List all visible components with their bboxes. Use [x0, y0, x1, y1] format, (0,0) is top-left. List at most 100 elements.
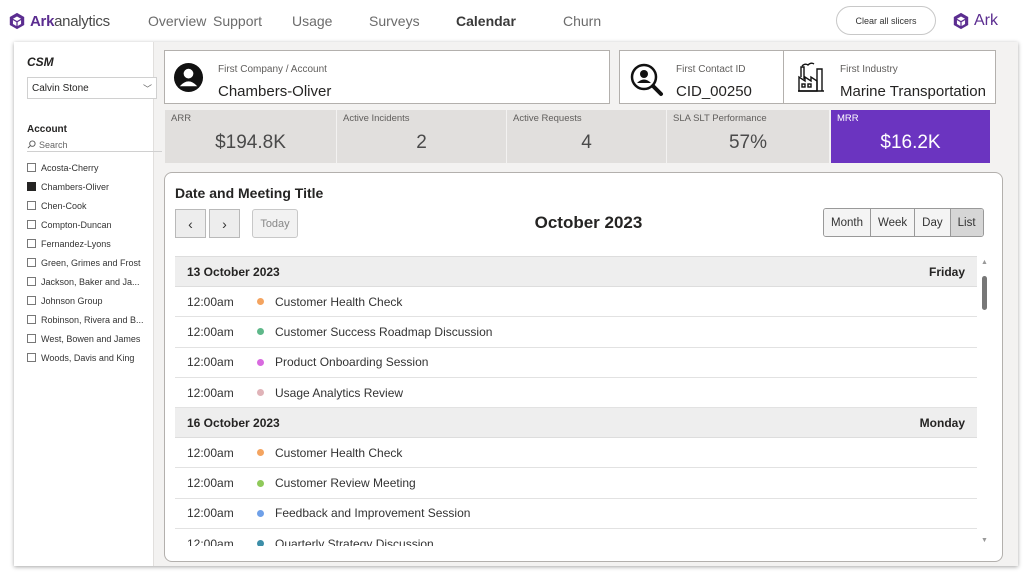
top-nav-bar: Arkanalytics Overview Support Usage Surveys…	[0, 0, 1024, 42]
contact-search-icon	[630, 63, 663, 96]
checkbox[interactable]	[27, 258, 36, 267]
industry-card-label: First Industry	[840, 64, 898, 75]
kpi-label: ARR	[171, 113, 192, 124]
event-list-scrollbar[interactable]: ▲ ▼	[979, 256, 991, 546]
slicer-panel: CSM Calvin Stone ﹀ Account Search Acosta…	[14, 42, 162, 566]
account-list-item[interactable]: Fernandez-Lyons	[27, 234, 167, 253]
scroll-up-icon[interactable]: ▲	[981, 259, 988, 266]
checkbox[interactable]	[27, 315, 36, 324]
kpi-label: SLA SLT Performance	[673, 113, 767, 124]
industry-card-value: Marine Transportation	[840, 83, 986, 100]
account-list-item[interactable]: West, Bowen and James	[27, 329, 167, 348]
clear-all-slicers-button[interactable]: Clear all slicers	[836, 6, 936, 35]
account-search-input[interactable]: Search	[27, 138, 162, 152]
event-time: 12:00am	[187, 445, 234, 460]
scroll-down-icon[interactable]: ▼	[981, 537, 988, 544]
checkbox[interactable]	[27, 239, 36, 248]
account-list-item[interactable]: Chambers-Oliver	[27, 177, 167, 196]
csm-dropdown-value: Calvin Stone	[32, 82, 89, 94]
kpi-value: $194.8K	[215, 132, 286, 153]
company-card-value: Chambers-Oliver	[218, 83, 332, 100]
event-row[interactable]: 12:00am Usage Analytics Review	[175, 378, 977, 409]
person-icon	[173, 62, 204, 93]
day-date: 13 October 2023	[187, 264, 280, 279]
account-name: Johnson Group	[41, 295, 103, 306]
event-time: 12:00am	[187, 476, 234, 491]
csm-dropdown[interactable]: Calvin Stone ﹀	[27, 77, 157, 99]
event-time: 12:00am	[187, 385, 234, 400]
calendar-visual: Date and Meeting Title ‹ › Today October…	[164, 172, 1003, 562]
checkbox[interactable]	[27, 353, 36, 362]
event-time: 12:00am	[187, 355, 234, 370]
view-list-button[interactable]: List	[950, 209, 983, 236]
view-week-button[interactable]: Week	[870, 209, 916, 236]
event-title: Customer Health Check	[275, 294, 403, 309]
event-row[interactable]: 12:00am Feedback and Improvement Session	[175, 499, 977, 530]
kpi-label: MRR	[837, 113, 859, 124]
event-time: 12:00am	[187, 324, 234, 339]
event-row[interactable]: 12:00am Customer Success Roadmap Discussi…	[175, 317, 977, 348]
brand-name: Arkanalytics	[30, 12, 110, 30]
account-list-item[interactable]: Chen-Cook	[27, 196, 167, 215]
event-color-dot	[257, 479, 264, 487]
account-list-item[interactable]: Jackson, Baker and Ja...	[27, 272, 167, 291]
checkbox[interactable]	[27, 277, 36, 286]
ark-logo-right: Ark	[952, 12, 998, 30]
account-name: Woods, Davis and King	[41, 352, 135, 363]
event-color-dot	[257, 328, 264, 336]
scroll-thumb[interactable]	[982, 276, 987, 310]
account-slicer-title: Account	[27, 124, 67, 135]
kpi-label: Active Requests	[513, 113, 582, 124]
event-color-dot	[257, 509, 264, 517]
event-title: Feedback and Improvement Session	[275, 506, 471, 521]
event-color-dot	[257, 298, 264, 306]
event-list: 13 October 2023 Friday 12:00am Customer Hea…	[175, 256, 977, 546]
kpi-active-requests: Active Requests 4	[507, 110, 667, 163]
tab-churn[interactable]: Churn	[563, 13, 601, 29]
kpi-active-incidents: Active Incidents 2	[337, 110, 507, 163]
event-time: 12:00am	[187, 536, 234, 546]
company-card: First Company / Account Chambers-Oliver	[164, 50, 610, 104]
view-month-button[interactable]: Month	[824, 209, 871, 236]
event-title: Customer Health Check	[275, 445, 403, 460]
account-list-item[interactable]: Green, Grimes and Frost	[27, 253, 167, 272]
ark-cube-icon	[9, 12, 25, 30]
tab-usage[interactable]: Usage	[292, 13, 332, 29]
ark-cube-icon	[953, 12, 969, 30]
contact-card-label: First Contact ID	[676, 64, 746, 75]
event-title: Quarterly Strategy Discussion	[275, 536, 434, 546]
contact-card: First Contact ID CID_00250	[619, 50, 784, 104]
tab-surveys[interactable]: Surveys	[369, 13, 420, 29]
checkbox[interactable]	[27, 201, 36, 210]
checkbox[interactable]	[27, 296, 36, 305]
event-row[interactable]: 12:00am Quarterly Strategy Discussion	[175, 529, 977, 546]
event-row[interactable]: 12:00am Customer Health Check	[175, 287, 977, 318]
tab-support[interactable]: Support	[213, 13, 262, 29]
view-day-button[interactable]: Day	[915, 209, 951, 236]
event-color-dot	[257, 449, 264, 457]
account-name: Jackson, Baker and Ja...	[41, 276, 140, 287]
kpi-value: 4	[581, 132, 592, 153]
view-switcher: Month Week Day List	[823, 208, 984, 237]
checkbox[interactable]	[27, 182, 36, 191]
account-list-item[interactable]: Acosta-Cherry	[27, 158, 167, 177]
event-row[interactable]: 12:00am Product Onboarding Session	[175, 348, 977, 378]
checkbox[interactable]	[27, 220, 36, 229]
event-row[interactable]: 12:00am Customer Health Check	[175, 438, 977, 469]
account-list-item[interactable]: Compton-Duncan	[27, 215, 167, 234]
contact-card-value: CID_00250	[676, 83, 752, 100]
checkbox[interactable]	[27, 334, 36, 343]
account-list-item[interactable]: Woods, Davis and King	[27, 348, 167, 367]
event-row[interactable]: 12:00am Customer Review Meeting	[175, 468, 977, 499]
checkbox[interactable]	[27, 163, 36, 172]
calendar-title: Date and Meeting Title	[175, 185, 324, 201]
account-search-placeholder: Search	[39, 139, 68, 150]
tab-overview[interactable]: Overview	[148, 13, 206, 29]
account-list-item[interactable]: Johnson Group	[27, 291, 167, 310]
search-icon	[27, 140, 36, 149]
tab-calendar[interactable]: Calendar	[456, 13, 516, 29]
day-weekday: Monday	[919, 415, 965, 430]
event-color-dot	[257, 540, 264, 546]
account-name: Fernandez-Lyons	[41, 238, 111, 249]
account-list-item[interactable]: Robinson, Rivera and B...	[27, 310, 167, 329]
